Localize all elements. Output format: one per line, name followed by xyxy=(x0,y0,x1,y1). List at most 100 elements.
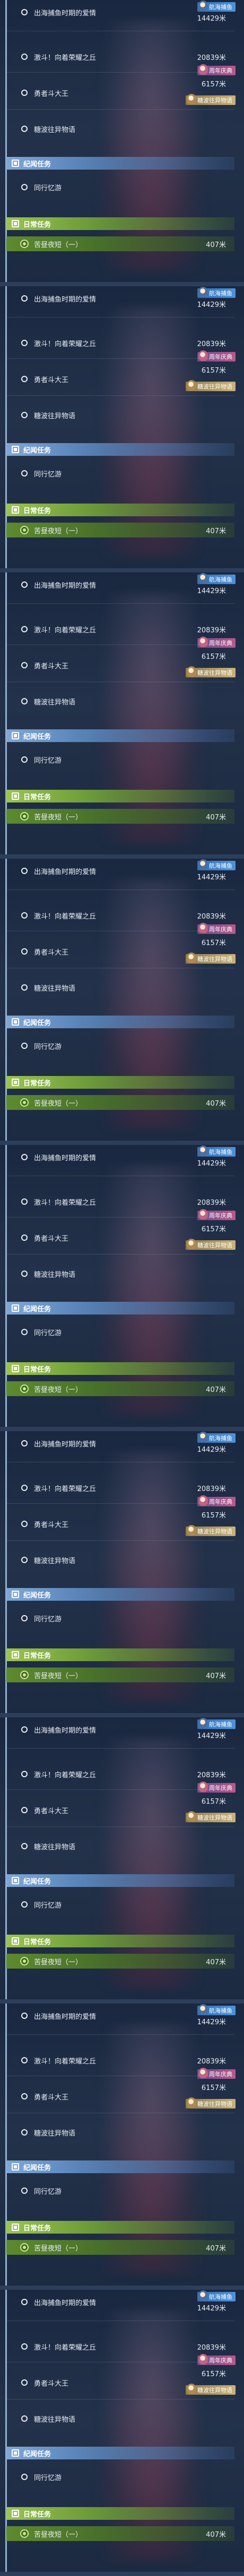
quest-item-candy[interactable]: 糖波往异物语 xyxy=(6,2127,234,2138)
quest-item-daily-tracked[interactable]: 苦昼夜短（一） 407米 xyxy=(6,1954,234,1969)
badge-label: 糖波往异物语 xyxy=(197,2387,232,2394)
section-header-daily[interactable]: 日常任务 xyxy=(6,1076,234,1089)
quest-item-candy[interactable]: 糖波往异物语 xyxy=(6,1554,234,1566)
quest-item-companion[interactable]: 同行忆游 xyxy=(6,467,234,479)
quest-item-glory-hill[interactable]: 激斗！向着荣耀之丘 20839米 xyxy=(6,2054,234,2066)
quest-section-icon xyxy=(12,220,19,227)
quest-item-companion[interactable]: 同行忆游 xyxy=(6,2471,234,2483)
quest-section-icon xyxy=(12,2163,19,2171)
quest-item-candy[interactable]: 糖波往异物语 xyxy=(6,1840,234,1852)
section-header-legend[interactable]: 纪闻任务 xyxy=(6,2447,234,2459)
quest-item-companion[interactable]: 同行忆游 xyxy=(6,1899,234,1910)
radio-unselected-icon xyxy=(21,1771,28,1777)
quest-distance: 407米 xyxy=(206,813,226,822)
radio-unselected-icon xyxy=(21,1485,28,1491)
quest-item-daily-tracked[interactable]: 苦昼夜短（一） 407米 xyxy=(6,1381,234,1396)
quest-panel: 出海捕鱼时期的爱情 航海捕鱼 14429米 激斗！向着荣耀之丘 20839米 周… xyxy=(0,1431,244,1717)
quest-item-glory-hill[interactable]: 激斗！向着荣耀之丘 20839米 xyxy=(6,623,234,635)
section-header-legend[interactable]: 纪闻任务 xyxy=(6,1588,234,1601)
section-header-legend[interactable]: 纪闻任务 xyxy=(6,729,234,742)
quest-distance: 20839米 xyxy=(197,1771,226,1779)
radio-unselected-icon xyxy=(21,2343,28,2350)
badge-label: 航海捕鱼 xyxy=(209,290,232,297)
quest-item-glory-hill[interactable]: 激斗！向着荣耀之丘 20839米 xyxy=(6,1196,234,1207)
quest-item-daily-tracked[interactable]: 苦昼夜短（一） 407米 xyxy=(6,2240,234,2255)
quest-item-companion[interactable]: 同行忆游 xyxy=(6,754,234,765)
quest-item-glory-hill[interactable]: 激斗！向着荣耀之丘 20839米 xyxy=(6,51,234,63)
section-header-legend[interactable]: 纪闻任务 xyxy=(6,2160,234,2173)
radio-unselected-icon xyxy=(21,126,28,132)
distance-row: 14429米 xyxy=(6,2302,234,2313)
quest-label: 苦昼夜短（一） xyxy=(34,241,83,249)
quest-item-daily-tracked[interactable]: 苦昼夜短（一） 407米 xyxy=(6,236,234,251)
badge-label: 航海捕鱼 xyxy=(209,1149,232,1155)
quest-section-icon xyxy=(12,506,19,514)
section-header-daily[interactable]: 日常任务 xyxy=(6,790,234,802)
quest-label: 勇者斗大王 xyxy=(34,90,69,98)
quest-item-glory-hill[interactable]: 激斗！向着荣耀之丘 20839米 xyxy=(6,1482,234,1494)
quest-label: 同行忆游 xyxy=(34,756,62,765)
distance-row: 14429米 xyxy=(6,2016,234,2026)
quest-item-candy[interactable]: 糖波往异物语 xyxy=(6,2413,234,2424)
event-badge-candy: 糖波往异物语 xyxy=(186,666,236,677)
section-title: 纪闻任务 xyxy=(23,1877,51,1886)
event-character-icon xyxy=(198,2004,208,2015)
section-header-legend[interactable]: 纪闻任务 xyxy=(6,443,234,456)
quest-item-glory-hill[interactable]: 激斗！向着荣耀之丘 20839米 xyxy=(6,2341,234,2352)
quest-label: 糖波往异物语 xyxy=(34,1271,76,1279)
section-header-legend[interactable]: 纪闻任务 xyxy=(6,1016,234,1028)
badge-label: 航海捕鱼 xyxy=(209,2007,232,2014)
quest-item-daily-tracked[interactable]: 苦昼夜短（一） 407米 xyxy=(6,523,234,537)
quest-item-candy[interactable]: 糖波往异物语 xyxy=(6,123,234,135)
quest-section-icon xyxy=(12,2510,19,2517)
quest-label: 同行忆游 xyxy=(34,1043,62,1051)
quest-item-companion[interactable]: 同行忆游 xyxy=(6,2185,234,2196)
section-header-legend[interactable]: 纪闻任务 xyxy=(6,1874,234,1887)
quest-item-companion[interactable]: 同行忆游 xyxy=(6,1040,234,1052)
event-character-icon xyxy=(198,2290,208,2301)
section-header-daily[interactable]: 日常任务 xyxy=(6,504,234,516)
event-character-icon xyxy=(198,1432,208,1442)
quest-item-daily-tracked[interactable]: 苦昼夜短（一） 407米 xyxy=(6,1095,234,1110)
quest-distance: 407米 xyxy=(206,527,226,535)
section-header-daily[interactable]: 日常任务 xyxy=(6,2221,234,2234)
quest-distance: 20839米 xyxy=(197,1198,226,1207)
quest-item-candy[interactable]: 糖波往异物语 xyxy=(6,1268,234,1280)
quest-distance: 14429米 xyxy=(197,1159,226,1168)
quest-panel: 出海捕鱼时期的爱情 航海捕鱼 14429米 激斗！向着荣耀之丘 20839米 周… xyxy=(0,859,244,1145)
quest-item-glory-hill[interactable]: 激斗！向着荣耀之丘 20839米 xyxy=(6,910,234,921)
quest-section-icon xyxy=(12,2224,19,2231)
quest-item-daily-tracked[interactable]: 苦昼夜短（一） 407米 xyxy=(6,1668,234,1682)
quest-item-daily-tracked[interactable]: 苦昼夜短（一） 407米 xyxy=(6,809,234,824)
quest-distance: 6157米 xyxy=(201,652,226,661)
quest-section-icon xyxy=(12,1877,19,1884)
quest-panel: 出海捕鱼时期的爱情 航海捕鱼 14429米 激斗！向着荣耀之丘 20839米 周… xyxy=(0,0,244,286)
quest-item-companion[interactable]: 同行忆游 xyxy=(6,1326,234,1338)
event-badge-fishing: 航海捕鱼 xyxy=(197,287,236,298)
section-header-daily[interactable]: 日常任务 xyxy=(6,217,234,230)
quest-item-glory-hill[interactable]: 激斗！向着荣耀之丘 20839米 xyxy=(6,1768,234,1780)
section-header-daily[interactable]: 日常任务 xyxy=(6,2507,234,2520)
distance-row: 14429米 xyxy=(6,13,234,23)
quest-item-candy[interactable]: 糖波往异物语 xyxy=(6,409,234,421)
quest-item-candy[interactable]: 糖波往异物语 xyxy=(6,695,234,707)
quest-item-daily-tracked[interactable]: 苦昼夜短（一） 407米 xyxy=(6,2526,234,2541)
radio-unselected-icon xyxy=(21,1901,28,1908)
radio-unselected-icon xyxy=(21,54,28,60)
event-badge-candy: 糖波往异物语 xyxy=(186,1811,236,1822)
section-header-daily[interactable]: 日常任务 xyxy=(6,1935,234,1947)
distance-row: 6157米 xyxy=(6,1510,234,1520)
section-header-daily[interactable]: 日常任务 xyxy=(6,1362,234,1375)
badge-label: 航海捕鱼 xyxy=(209,2293,232,2300)
quest-panel: 出海捕鱼时期的爱情 航海捕鱼 14429米 激斗！向着荣耀之丘 20839米 周… xyxy=(0,1717,244,2004)
section-header-daily[interactable]: 日常任务 xyxy=(6,1648,234,1661)
tracking-target-icon xyxy=(20,240,29,248)
quest-distance: 14429米 xyxy=(197,1445,226,1454)
section-header-legend[interactable]: 纪闻任务 xyxy=(6,1302,234,1315)
quest-item-glory-hill[interactable]: 激斗！向着荣耀之丘 20839米 xyxy=(6,337,234,349)
quest-label: 激斗！向着荣耀之丘 xyxy=(34,2343,97,2352)
section-header-legend[interactable]: 纪闻任务 xyxy=(6,157,234,170)
quest-item-companion[interactable]: 同行忆游 xyxy=(6,1612,234,1624)
quest-item-candy[interactable]: 糖波往异物语 xyxy=(6,982,234,993)
quest-item-companion[interactable]: 同行忆游 xyxy=(6,181,234,193)
